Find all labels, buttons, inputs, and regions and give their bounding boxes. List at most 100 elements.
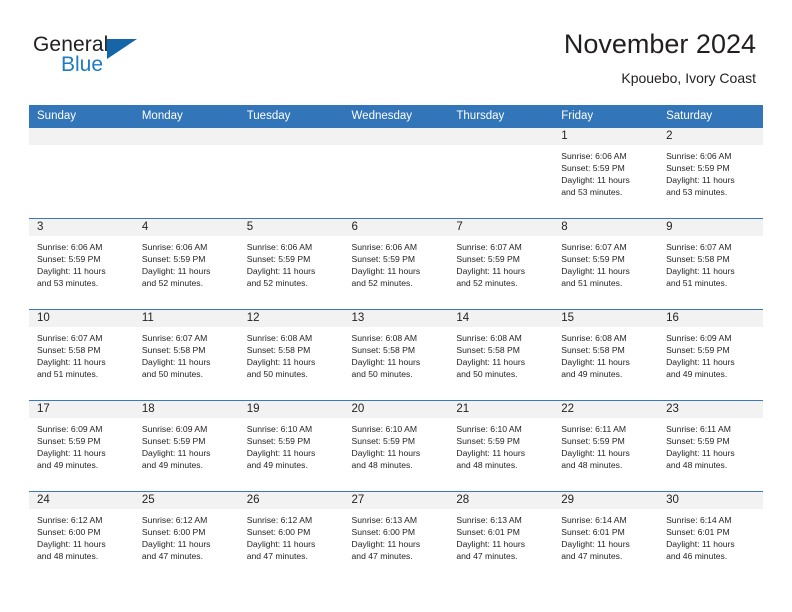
day-details: Sunrise: 6:10 AM Sunset: 5:59 PM Daylight:… — [448, 418, 553, 471]
sunrise-text: Sunrise: 6:07 AM — [456, 242, 522, 252]
sunrise-text: Sunrise: 6:06 AM — [351, 242, 417, 252]
calendar-day-cell[interactable]: 29 Sunrise: 6:14 AM Sunset: 6:01 PM Dayligh… — [553, 491, 659, 582]
daylight-text: Daylight: 11 hours — [246, 266, 316, 277]
calendar-body: 1 Sunrise: 6:06 AM Sunset: 5:59 PM Daylight… — [29, 128, 763, 582]
day-number: 17 — [29, 401, 134, 418]
calendar-day-cell[interactable]: 10 Sunrise: 6:07 AM Sunset: 5:58 PM Dayligh… — [29, 309, 134, 401]
calendar-day-cell[interactable]: 13 Sunrise: 6:08 AM Sunset: 5:58 PM Dayligh… — [343, 309, 449, 401]
daylight-text-cont: and 47 minutes. — [246, 551, 308, 562]
sunset-text: Sunset: 5:59 PM — [561, 254, 625, 265]
sunset-text: Sunset: 6:01 PM — [561, 527, 625, 538]
calendar-day-cell[interactable]: 14 Sunrise: 6:08 AM Sunset: 5:58 PM Dayligh… — [448, 309, 554, 401]
day-number — [29, 128, 134, 145]
sunset-text: Sunset: 5:58 PM — [351, 345, 416, 356]
sunrise-text: Sunrise: 6:08 AM — [456, 333, 522, 343]
calendar-day-cell[interactable]: 20 Sunrise: 6:10 AM Sunset: 5:59 PM Dayligh… — [343, 400, 449, 492]
calendar-day-cell[interactable]: 26 Sunrise: 6:12 AM Sunset: 6:00 PM Dayligh… — [238, 491, 344, 582]
sunset-text: Sunset: 5:59 PM — [141, 436, 206, 447]
daylight-text-cont: and 50 minutes. — [246, 369, 308, 380]
calendar-day-cell[interactable]: 1 Sunrise: 6:06 AM Sunset: 5:59 PM Daylight… — [553, 128, 659, 219]
calendar-day-cell[interactable]: 28 Sunrise: 6:13 AM Sunset: 6:01 PM Dayligh… — [448, 491, 554, 582]
daylight-text-cont: and 47 minutes. — [456, 551, 518, 562]
calendar-day-cell[interactable]: 9 Sunrise: 6:07 AM Sunset: 5:58 PM Daylight… — [658, 218, 763, 310]
sunset-text: Sunset: 6:00 PM — [37, 527, 101, 538]
sunset-text: Sunset: 5:59 PM — [666, 436, 730, 447]
daylight-text: Daylight: 11 hours — [456, 448, 526, 459]
sunrise-text: Sunrise: 6:13 AM — [456, 515, 522, 525]
calendar-day-cell[interactable]: 8 Sunrise: 6:07 AM Sunset: 5:59 PM Daylight… — [553, 218, 659, 310]
sunset-text: Sunset: 5:59 PM — [561, 163, 625, 174]
daylight-text: Daylight: 11 hours — [666, 175, 735, 186]
day-number: 18 — [133, 401, 239, 418]
daylight-text: Daylight: 11 hours — [246, 539, 316, 550]
calendar-day-cell[interactable]: 23 Sunrise: 6:11 AM Sunset: 5:59 PM Dayligh… — [658, 400, 763, 492]
weekday-header-thursday: Thursday — [448, 105, 554, 128]
daylight-text: Daylight: 11 hours — [37, 266, 106, 277]
calendar-day-cell[interactable]: 21 Sunrise: 6:10 AM Sunset: 5:59 PM Dayligh… — [448, 400, 554, 492]
calendar-day-cell[interactable]: 15 Sunrise: 6:08 AM Sunset: 5:58 PM Dayligh… — [553, 309, 659, 401]
day-number: 5 — [238, 219, 344, 236]
sunrise-text: Sunrise: 6:07 AM — [141, 333, 208, 343]
daylight-text: Daylight: 11 hours — [351, 448, 421, 459]
sunset-text: Sunset: 6:01 PM — [456, 527, 520, 538]
sunrise-text: Sunrise: 6:14 AM — [561, 515, 627, 525]
brand-logo[interactable]: General Blue — [33, 33, 223, 83]
calendar-day-cell[interactable]: 12 Sunrise: 6:08 AM Sunset: 5:58 PM Dayligh… — [238, 309, 344, 401]
day-number: 15 — [553, 310, 659, 327]
calendar-day-cell[interactable]: 19 Sunrise: 6:10 AM Sunset: 5:59 PM Dayligh… — [238, 400, 344, 492]
calendar-day-cell[interactable]: 3 Sunrise: 6:06 AM Sunset: 5:59 PM Daylight… — [29, 218, 134, 310]
day-number: 8 — [553, 219, 659, 236]
day-number: 3 — [29, 219, 134, 236]
sunrise-text: Sunrise: 6:06 AM — [561, 151, 627, 161]
calendar-day-cell[interactable]: 7 Sunrise: 6:07 AM Sunset: 5:59 PM Daylight… — [448, 218, 554, 310]
calendar-week-row: 3 Sunrise: 6:06 AM Sunset: 5:59 PM Daylight… — [29, 218, 763, 310]
day-number: 13 — [343, 310, 449, 327]
sunset-text: Sunset: 5:59 PM — [246, 436, 311, 447]
calendar-day-cell[interactable]: 22 Sunrise: 6:11 AM Sunset: 5:59 PM Dayligh… — [553, 400, 659, 492]
calendar-day-cell[interactable]: 2 Sunrise: 6:06 AM Sunset: 5:59 PM Daylight… — [658, 128, 763, 219]
calendar-day-cell[interactable]: 18 Sunrise: 6:09 AM Sunset: 5:59 PM Dayligh… — [133, 400, 239, 492]
weekday-header-monday: Monday — [133, 105, 239, 128]
daylight-text-cont: and 53 minutes. — [37, 278, 99, 289]
day-details: Sunrise: 6:13 AM Sunset: 6:00 PM Daylight:… — [344, 509, 449, 562]
day-details: Sunrise: 6:06 AM Sunset: 5:59 PM Daylight:… — [134, 236, 239, 289]
daylight-text: Daylight: 11 hours — [561, 448, 630, 459]
sunrise-text: Sunrise: 6:08 AM — [246, 333, 313, 343]
calendar-page: General Blue November 2024 Kpouebo, Ivor… — [0, 0, 792, 612]
sunset-text: Sunset: 6:01 PM — [666, 527, 730, 538]
sunrise-text: Sunrise: 6:10 AM — [246, 424, 313, 434]
day-number — [133, 128, 239, 145]
brand-name-blue: Blue — [61, 53, 104, 76]
day-number: 26 — [238, 492, 344, 509]
day-number: 24 — [29, 492, 134, 509]
day-number: 6 — [343, 219, 449, 236]
calendar-day-cell-empty — [238, 128, 344, 219]
daylight-text: Daylight: 11 hours — [561, 175, 630, 186]
day-details: Sunrise: 6:08 AM Sunset: 5:58 PM Daylight:… — [448, 327, 553, 380]
calendar-day-cell[interactable]: 27 Sunrise: 6:13 AM Sunset: 6:00 PM Dayligh… — [343, 491, 449, 582]
calendar-day-cell[interactable]: 5 Sunrise: 6:06 AM Sunset: 5:59 PM Daylight… — [238, 218, 344, 310]
daylight-text-cont: and 49 minutes. — [141, 460, 203, 471]
calendar-day-cell[interactable]: 24 Sunrise: 6:12 AM Sunset: 6:00 PM Dayligh… — [29, 491, 134, 582]
calendar-day-cell[interactable]: 4 Sunrise: 6:06 AM Sunset: 5:59 PM Daylight… — [133, 218, 239, 310]
day-details: Sunrise: 6:11 AM Sunset: 5:59 PM Daylight:… — [553, 418, 658, 471]
daylight-text-cont: and 49 minutes. — [666, 369, 728, 380]
sunset-text: Sunset: 5:59 PM — [37, 436, 101, 447]
weekday-header-friday: Friday — [553, 105, 659, 128]
day-number: 27 — [343, 492, 449, 509]
day-details: Sunrise: 6:06 AM Sunset: 5:59 PM Daylight:… — [344, 236, 449, 289]
day-number: 21 — [448, 401, 554, 418]
calendar-day-cell[interactable]: 25 Sunrise: 6:12 AM Sunset: 6:00 PM Dayligh… — [133, 491, 239, 582]
calendar-day-cell[interactable]: 30 Sunrise: 6:14 AM Sunset: 6:01 PM Dayligh… — [658, 491, 763, 582]
calendar-day-cell[interactable]: 11 Sunrise: 6:07 AM Sunset: 5:58 PM Dayligh… — [133, 309, 239, 401]
sunset-text: Sunset: 5:59 PM — [456, 436, 520, 447]
calendar-day-cell[interactable]: 16 Sunrise: 6:09 AM Sunset: 5:59 PM Dayligh… — [658, 309, 763, 401]
daylight-text-cont: and 48 minutes. — [456, 460, 518, 471]
daylight-text-cont: and 47 minutes. — [141, 551, 203, 562]
sunrise-text: Sunrise: 6:09 AM — [37, 424, 103, 434]
day-number: 2 — [658, 128, 763, 145]
calendar-day-cell[interactable]: 17 Sunrise: 6:09 AM Sunset: 5:59 PM Dayligh… — [29, 400, 134, 492]
calendar-day-cell[interactable]: 6 Sunrise: 6:06 AM Sunset: 5:59 PM Daylight… — [343, 218, 449, 310]
day-details: Sunrise: 6:13 AM Sunset: 6:01 PM Daylight:… — [448, 509, 553, 562]
day-number: 19 — [238, 401, 344, 418]
